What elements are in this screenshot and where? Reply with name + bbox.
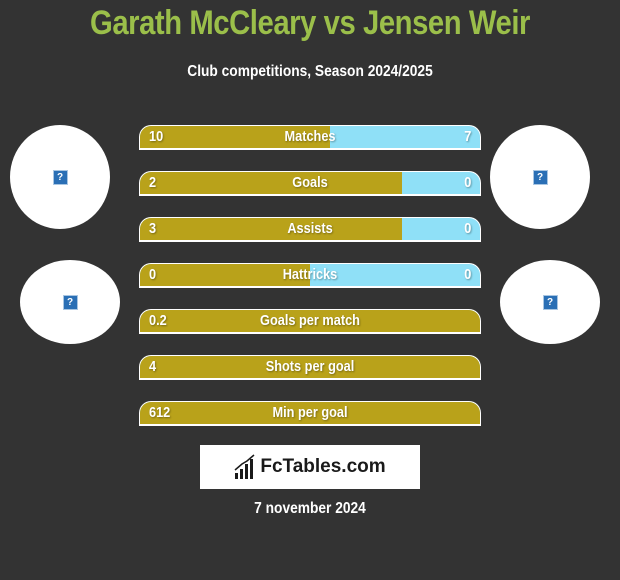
missing-image-icon: ?: [62, 294, 78, 310]
stat-row-goals: 2 Goals 0: [139, 171, 481, 196]
season-subtitle: Club competitions, Season 2024/2025: [187, 63, 433, 80]
stat-row-goals-per-match: 0.2 Goals per match: [139, 309, 481, 334]
left-value: 3: [149, 220, 157, 237]
left-value: 0.2: [149, 312, 167, 329]
stat-row-min-per-goal: 612 Min per goal: [139, 401, 481, 426]
stat-row-shots-per-goal: 4 Shots per goal: [139, 355, 481, 380]
page-title: Garath McCleary vs Jensen Weir: [90, 4, 530, 42]
right-player-avatar: ?: [490, 125, 590, 229]
right-value: 7: [463, 128, 471, 145]
logo-text: FcTables.com: [260, 456, 386, 477]
right-value: 0: [463, 266, 471, 283]
stat-label: Assists: [287, 220, 333, 237]
stat-label: Goals: [292, 174, 328, 191]
missing-image-icon: ?: [542, 294, 558, 310]
left-value: 2: [149, 174, 157, 191]
stat-row-assists: 3 Assists 0: [139, 217, 481, 242]
left-value: 10: [149, 128, 164, 145]
stat-row-matches: 10 Matches 7: [139, 125, 481, 150]
stat-label: Goals per match: [260, 312, 360, 329]
stat-label: Hattricks: [282, 266, 338, 283]
stat-label: Min per goal: [272, 404, 348, 421]
date-label: 7 november 2024: [254, 500, 366, 517]
right-value: 0: [463, 220, 471, 237]
missing-image-icon: ?: [52, 169, 68, 185]
stat-label: Matches: [284, 128, 336, 145]
right-club-logo: ?: [500, 260, 600, 344]
stat-row-hattricks: 0 Hattricks 0: [139, 263, 481, 288]
right-value: 0: [463, 174, 471, 191]
left-value: 0: [149, 266, 157, 283]
missing-image-icon: ?: [532, 169, 548, 185]
left-club-logo: ?: [20, 260, 120, 344]
left-value: 4: [149, 358, 157, 375]
bar-chart-icon: [234, 454, 255, 479]
left-player-avatar: ?: [10, 125, 110, 229]
fctables-logo[interactable]: FcTables.com: [200, 445, 420, 489]
stat-label: Shots per goal: [265, 358, 355, 375]
